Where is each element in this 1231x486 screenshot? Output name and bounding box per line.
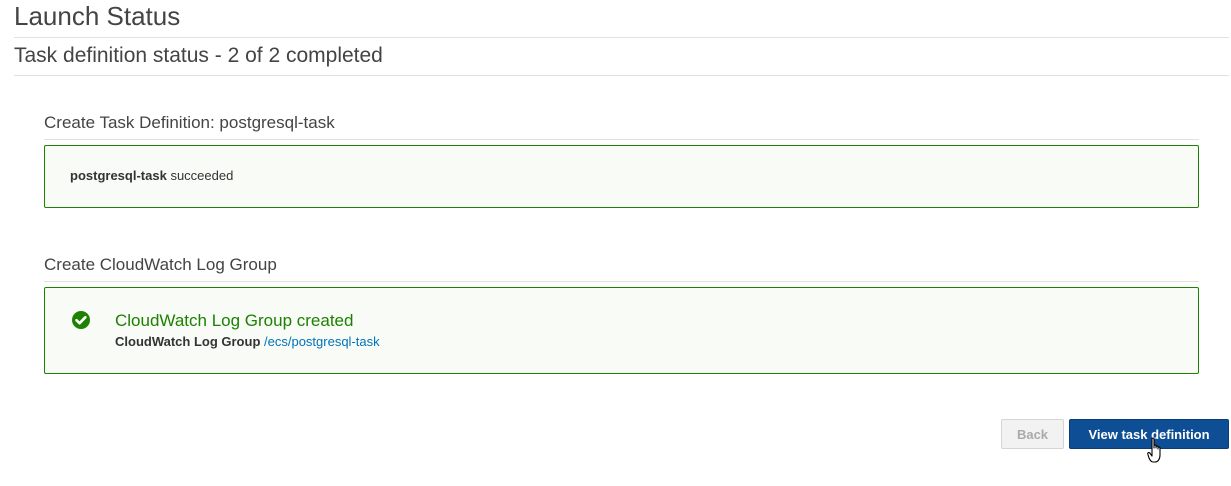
log-group-label: CloudWatch Log Group bbox=[115, 334, 261, 349]
log-group-link[interactable]: /ecs/postgresql-task bbox=[264, 334, 380, 349]
result-task-name: postgresql-task bbox=[70, 168, 167, 183]
subtitle-divider bbox=[14, 75, 1229, 76]
task-definition-heading: Create Task Definition: postgresql-task bbox=[44, 113, 335, 132]
log-group-success-title: CloudWatch Log Group created bbox=[115, 311, 354, 330]
task-definition-divider bbox=[44, 139, 1199, 140]
result-status: succeeded bbox=[170, 168, 234, 183]
back-button[interactable]: Back bbox=[1001, 419, 1064, 449]
task-definition-result-box: postgresql-task succeeded bbox=[44, 145, 1199, 208]
task-definition-result: postgresql-task succeeded bbox=[70, 168, 233, 183]
log-group-detail: CloudWatch Log Group /ecs/postgresql-tas… bbox=[115, 334, 380, 349]
launch-status-page: Launch Status Task definition status - 2… bbox=[0, 0, 1231, 486]
check-circle-icon bbox=[72, 311, 90, 329]
log-group-divider bbox=[44, 281, 1199, 282]
title-divider bbox=[14, 37, 1229, 38]
page-title: Launch Status bbox=[14, 1, 181, 31]
status-subtitle: Task definition status - 2 of 2 complete… bbox=[14, 44, 383, 67]
log-group-heading: Create CloudWatch Log Group bbox=[44, 255, 277, 274]
hand-cursor-icon bbox=[1147, 437, 1161, 463]
log-group-result-box: CloudWatch Log Group created CloudWatch … bbox=[44, 287, 1199, 374]
